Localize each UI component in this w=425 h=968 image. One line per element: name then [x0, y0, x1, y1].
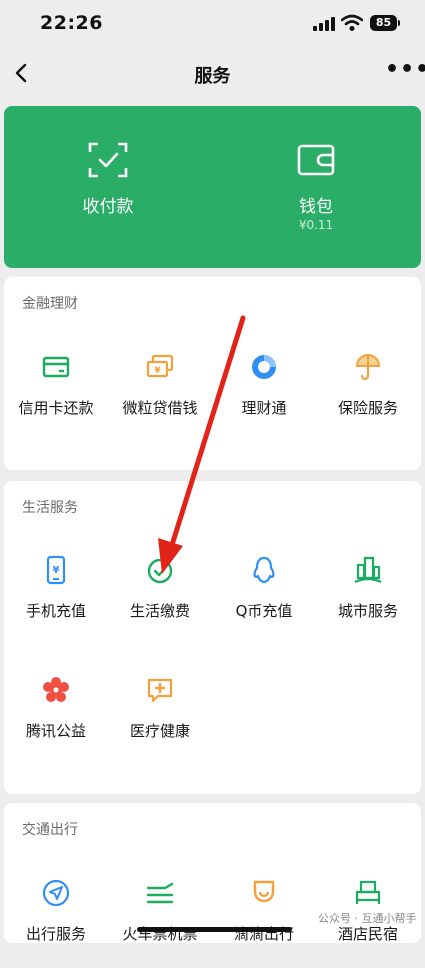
battery-icon: 85 — [370, 15, 400, 31]
wallet-label: 钱包 — [299, 197, 333, 217]
qq-coin-topup-item[interactable]: Q币充值 — [212, 555, 316, 645]
credit-card-icon — [42, 356, 70, 378]
licaitong-item[interactable]: 理财通 — [212, 352, 316, 442]
section-title: 金融理财 — [22, 296, 78, 312]
item-label: 出行服务 — [25, 925, 86, 943]
page-title: 服务 — [194, 66, 231, 87]
pay-receive-label: 收付款 — [82, 197, 134, 217]
bill-pay-item[interactable]: 生活缴费 — [108, 555, 212, 645]
bill-pay-icon — [147, 558, 173, 584]
section-title: 生活服务 — [22, 500, 78, 516]
item-label: 保险服务 — [337, 399, 398, 417]
phone-topup-icon: ¥ — [46, 555, 66, 585]
wallet-button[interactable]: 钱包 ¥0.11 — [212, 106, 420, 268]
nav-bar: 服务 ••• — [0, 48, 425, 100]
svg-text:¥: ¥ — [154, 366, 161, 376]
item-label: 信用卡还款 — [18, 399, 94, 417]
pay-receive-button[interactable]: 收付款 — [4, 106, 212, 268]
tencent-charity-item[interactable]: 腾讯公益 — [4, 675, 108, 765]
hotel-icon — [355, 880, 381, 904]
item-label: 酒店民宿 — [337, 925, 398, 943]
home-indicator[interactable] — [137, 927, 292, 932]
item-label: 微粒贷借钱 — [122, 399, 198, 417]
wealth-icon — [252, 355, 276, 379]
train-flight-ticket-item[interactable]: 火车票机票 — [108, 878, 212, 968]
didi-item[interactable]: 滴滴出行 — [212, 878, 316, 968]
status-time: 22:26 — [40, 12, 103, 34]
scan-pay-icon — [88, 142, 128, 178]
charity-icon — [43, 677, 69, 702]
city-service-icon — [354, 556, 382, 584]
travel-service-item[interactable]: 出行服务 — [4, 878, 108, 968]
item-label: 城市服务 — [337, 602, 398, 620]
item-label: Q币充值 — [235, 602, 293, 620]
medical-health-item[interactable]: 医疗健康 — [108, 675, 212, 765]
watermark: 公众号 · 互通小帮手 — [318, 912, 417, 925]
wallet-icon — [297, 144, 335, 176]
item-label: 手机充值 — [25, 602, 86, 620]
item-label: 腾讯公益 — [25, 722, 86, 740]
insurance-item[interactable]: 保险服务 — [316, 352, 420, 442]
item-label: 医疗健康 — [129, 722, 190, 740]
city-service-item[interactable]: 城市服务 — [316, 555, 420, 645]
section-title: 交通出行 — [22, 822, 78, 838]
item-label: 理财通 — [241, 399, 287, 417]
insurance-icon — [355, 353, 381, 381]
wallet-card: 收付款 钱包 ¥0.11 — [4, 106, 421, 268]
phone-topup-item[interactable]: ¥ 手机充值 — [4, 555, 108, 645]
more-options-icon[interactable]: ••• — [385, 59, 425, 84]
wifi-icon — [341, 14, 363, 31]
section-finance: 金融理财 信用卡还款 ¥ 微粒贷借钱 理财通 保险服务 — [4, 277, 421, 470]
travel-icon — [42, 879, 70, 907]
train-ticket-icon — [146, 882, 174, 904]
didi-icon — [253, 880, 275, 903]
section-life-services: 生活服务 ¥ 手机充值 生活缴费 Q币充值 城市服务 腾讯公益 医疗健康 — [4, 481, 421, 794]
wallet-balance: ¥0.11 — [298, 218, 334, 232]
loan-icon: ¥ — [146, 354, 174, 378]
item-label: 生活缴费 — [129, 602, 190, 620]
svg-text:¥: ¥ — [53, 565, 60, 576]
credit-card-repay-item[interactable]: 信用卡还款 — [4, 352, 108, 442]
weilidai-loan-item[interactable]: ¥ 微粒贷借钱 — [108, 352, 212, 442]
cellular-signal-icon — [313, 17, 337, 31]
qq-coin-icon — [253, 556, 275, 584]
medical-icon — [147, 678, 173, 703]
status-bar: 22:26 85 — [0, 0, 425, 48]
